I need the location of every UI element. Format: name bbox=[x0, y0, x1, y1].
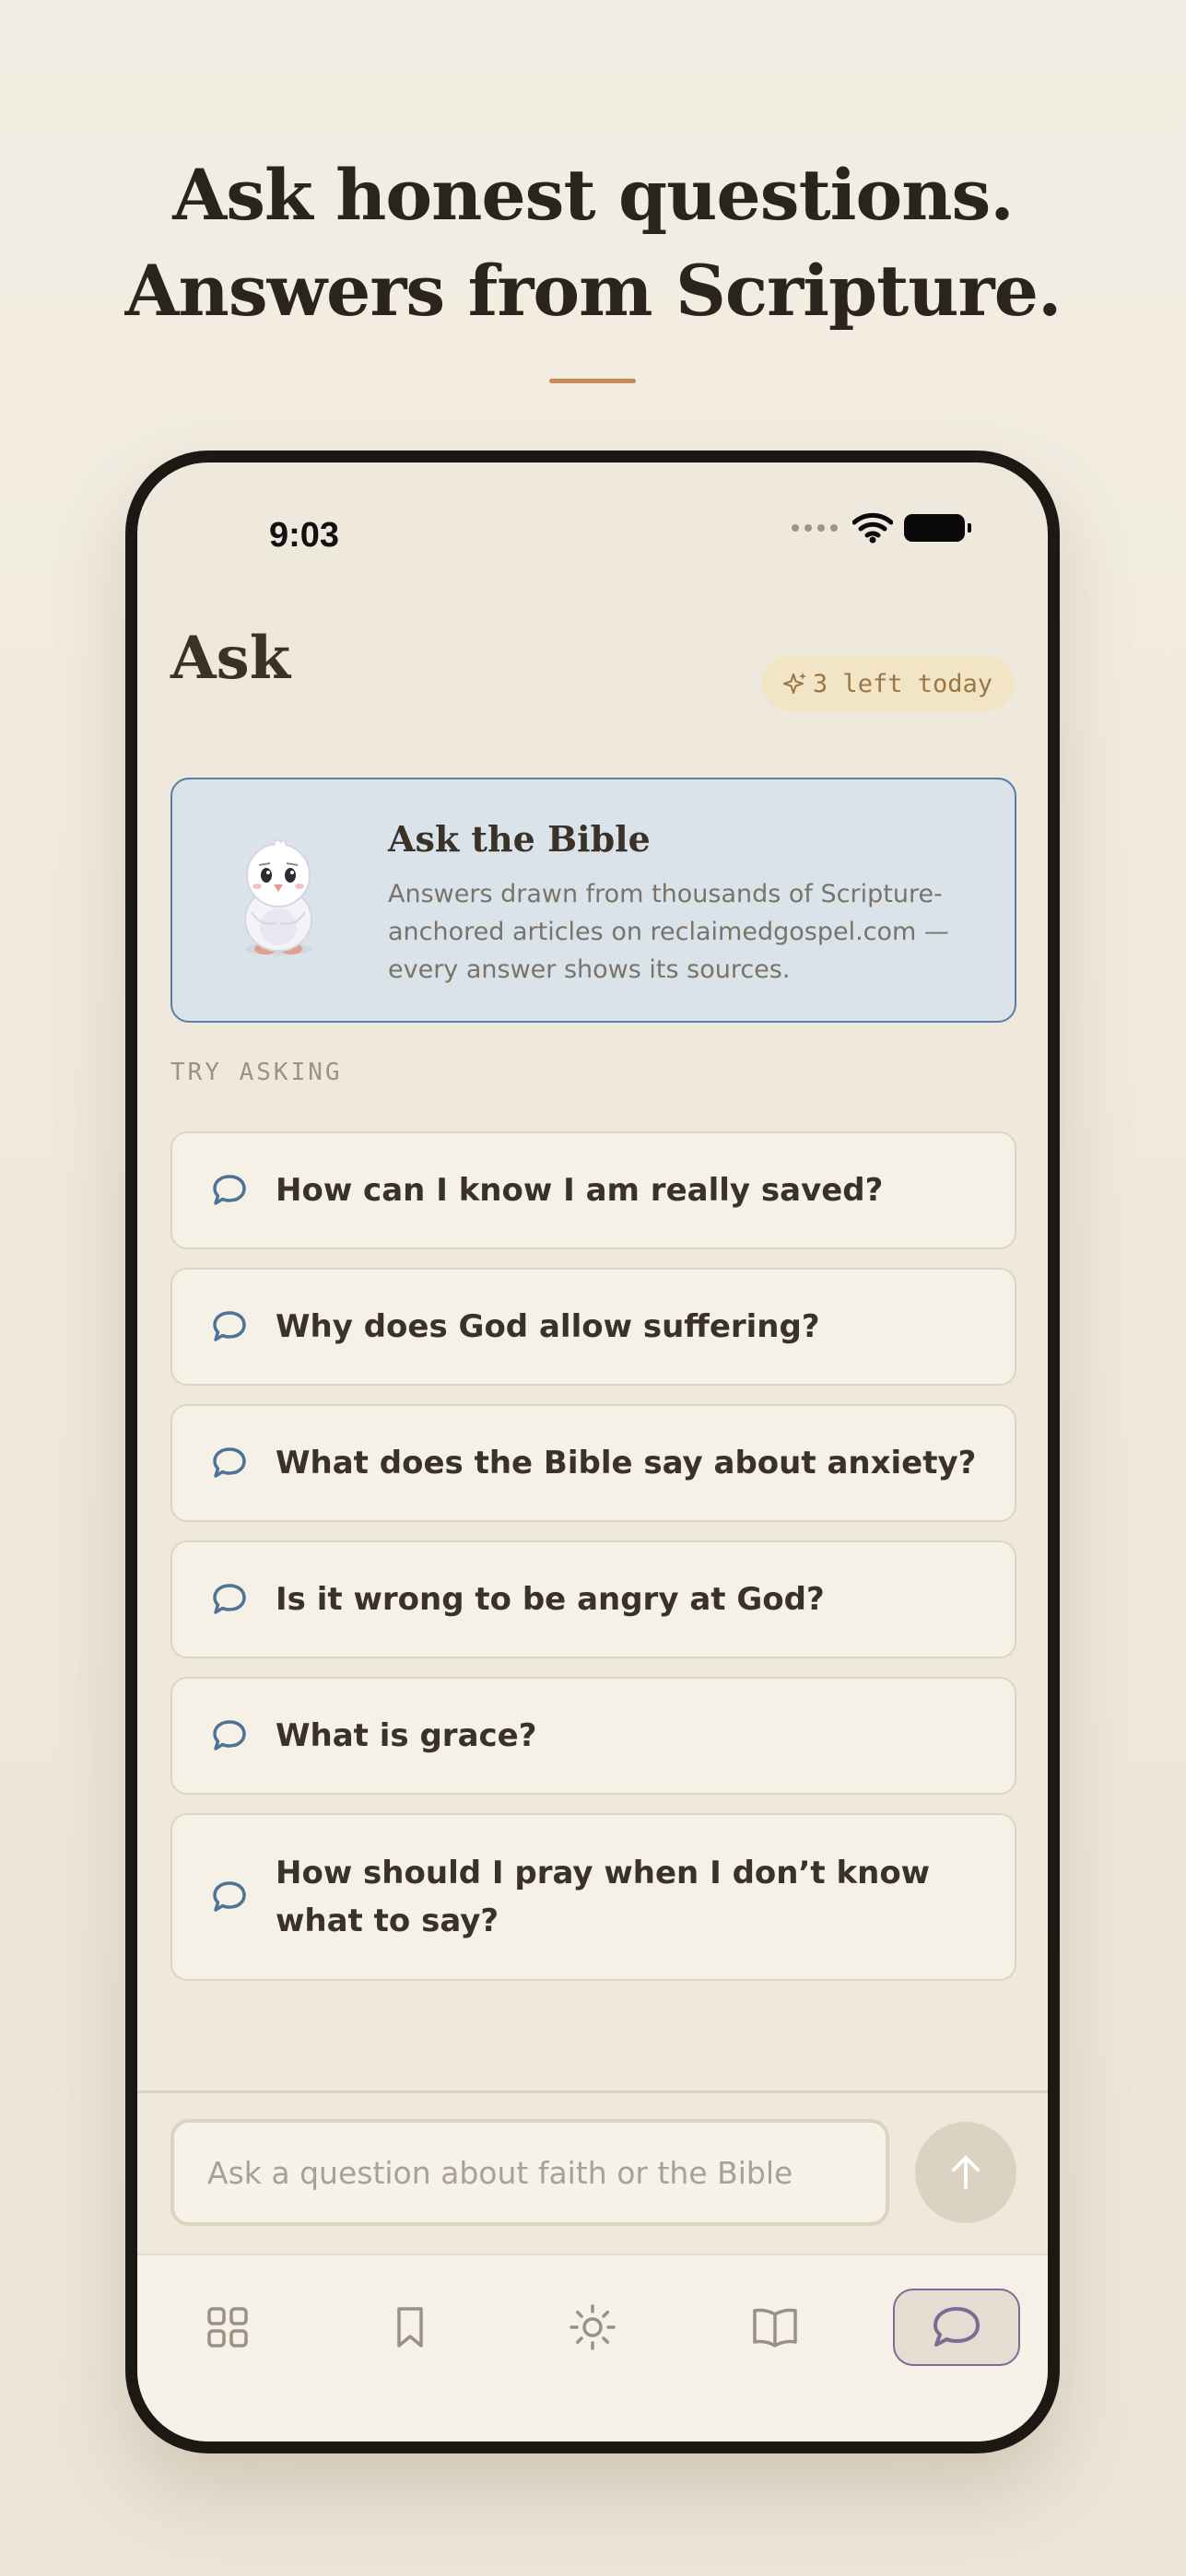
grid-icon bbox=[207, 2307, 248, 2348]
chat-icon bbox=[934, 2307, 980, 2347]
speech-bubble-icon bbox=[213, 1720, 246, 1751]
marketing-headline: Ask honest questions. Answers from Scrip… bbox=[0, 147, 1186, 339]
quota-text: 3 left today bbox=[812, 669, 992, 698]
question-input-placeholder: Ask a question about faith or the Bible bbox=[207, 2154, 793, 2191]
ask-the-bible-card: Ask the Bible Answers drawn from thousan… bbox=[170, 778, 1016, 1023]
speech-bubble-icon bbox=[213, 1881, 246, 1912]
sparkle-icon bbox=[782, 673, 806, 694]
question-text: How should I pray when I don’t know what… bbox=[276, 1855, 931, 1939]
status-time: 9:03 bbox=[269, 516, 340, 555]
tab-home[interactable] bbox=[191, 2290, 264, 2364]
headline-line-1: Ask honest questions. bbox=[172, 154, 1015, 236]
arrow-up-icon bbox=[952, 2156, 980, 2189]
question-text: What is grace? bbox=[276, 1717, 537, 1754]
question-text: How can I know I am really saved? bbox=[276, 1172, 884, 1209]
speech-bubble-icon bbox=[213, 1175, 246, 1205]
tab-saved[interactable] bbox=[373, 2290, 447, 2364]
suggested-question[interactable]: Is it wrong to be angry at God? bbox=[170, 1540, 1016, 1658]
dove-mascot-icon bbox=[244, 838, 312, 955]
battery-icon bbox=[904, 514, 971, 542]
suggested-question[interactable]: What is grace? bbox=[170, 1677, 1016, 1795]
status-icons bbox=[792, 512, 971, 544]
card-description-line: anchored articles on reclaimedgospel.com… bbox=[388, 918, 949, 946]
headline-line-2: Answers from Scripture. bbox=[124, 250, 1063, 332]
speech-bubble-icon bbox=[213, 1447, 246, 1478]
tab-daily[interactable] bbox=[556, 2290, 629, 2364]
tab-ask[interactable] bbox=[893, 2289, 1020, 2366]
suggested-question[interactable]: Why does God allow suffering? bbox=[170, 1268, 1016, 1386]
speech-bubble-icon bbox=[213, 1311, 246, 1341]
sun-icon bbox=[570, 2304, 616, 2350]
try-asking-label: TRY ASKING bbox=[170, 1059, 343, 1086]
suggested-question[interactable]: What does the Bible say about anxiety? bbox=[170, 1404, 1016, 1522]
headline-divider bbox=[549, 379, 636, 383]
speech-bubble-icon bbox=[213, 1584, 246, 1614]
send-button[interactable] bbox=[915, 2122, 1016, 2223]
page-title: Ask bbox=[170, 624, 291, 693]
wifi-icon bbox=[852, 512, 893, 544]
question-input[interactable]: Ask a question about faith or the Bible bbox=[170, 2119, 889, 2226]
bookmark-icon bbox=[397, 2307, 423, 2348]
quota-badge: 3 left today bbox=[760, 656, 1015, 711]
tab-bible[interactable] bbox=[738, 2290, 812, 2364]
cellular-signal-icon bbox=[792, 524, 838, 532]
card-title: Ask the Bible bbox=[388, 818, 651, 860]
question-text: Why does God allow suffering? bbox=[276, 1308, 820, 1345]
phone-frame: 9:03 Ask 3 left today Ask the Bible Answ… bbox=[125, 451, 1060, 2453]
question-text: What does the Bible say about anxiety? bbox=[276, 1445, 977, 1481]
card-description-line: Answers drawn from thousands of Scriptur… bbox=[388, 880, 943, 908]
card-description-line: every answer shows its sources. bbox=[388, 955, 791, 984]
card-description: Answers drawn from thousands of Scriptur… bbox=[388, 875, 978, 989]
book-icon bbox=[753, 2308, 797, 2348]
composer-divider bbox=[137, 2090, 1048, 2093]
tab-bar bbox=[137, 2254, 1048, 2441]
suggested-question[interactable]: How can I know I am really saved? bbox=[170, 1131, 1016, 1249]
suggested-question[interactable]: How should I pray when I don’t know what… bbox=[170, 1813, 1016, 1981]
question-text: Is it wrong to be angry at God? bbox=[276, 1581, 825, 1618]
